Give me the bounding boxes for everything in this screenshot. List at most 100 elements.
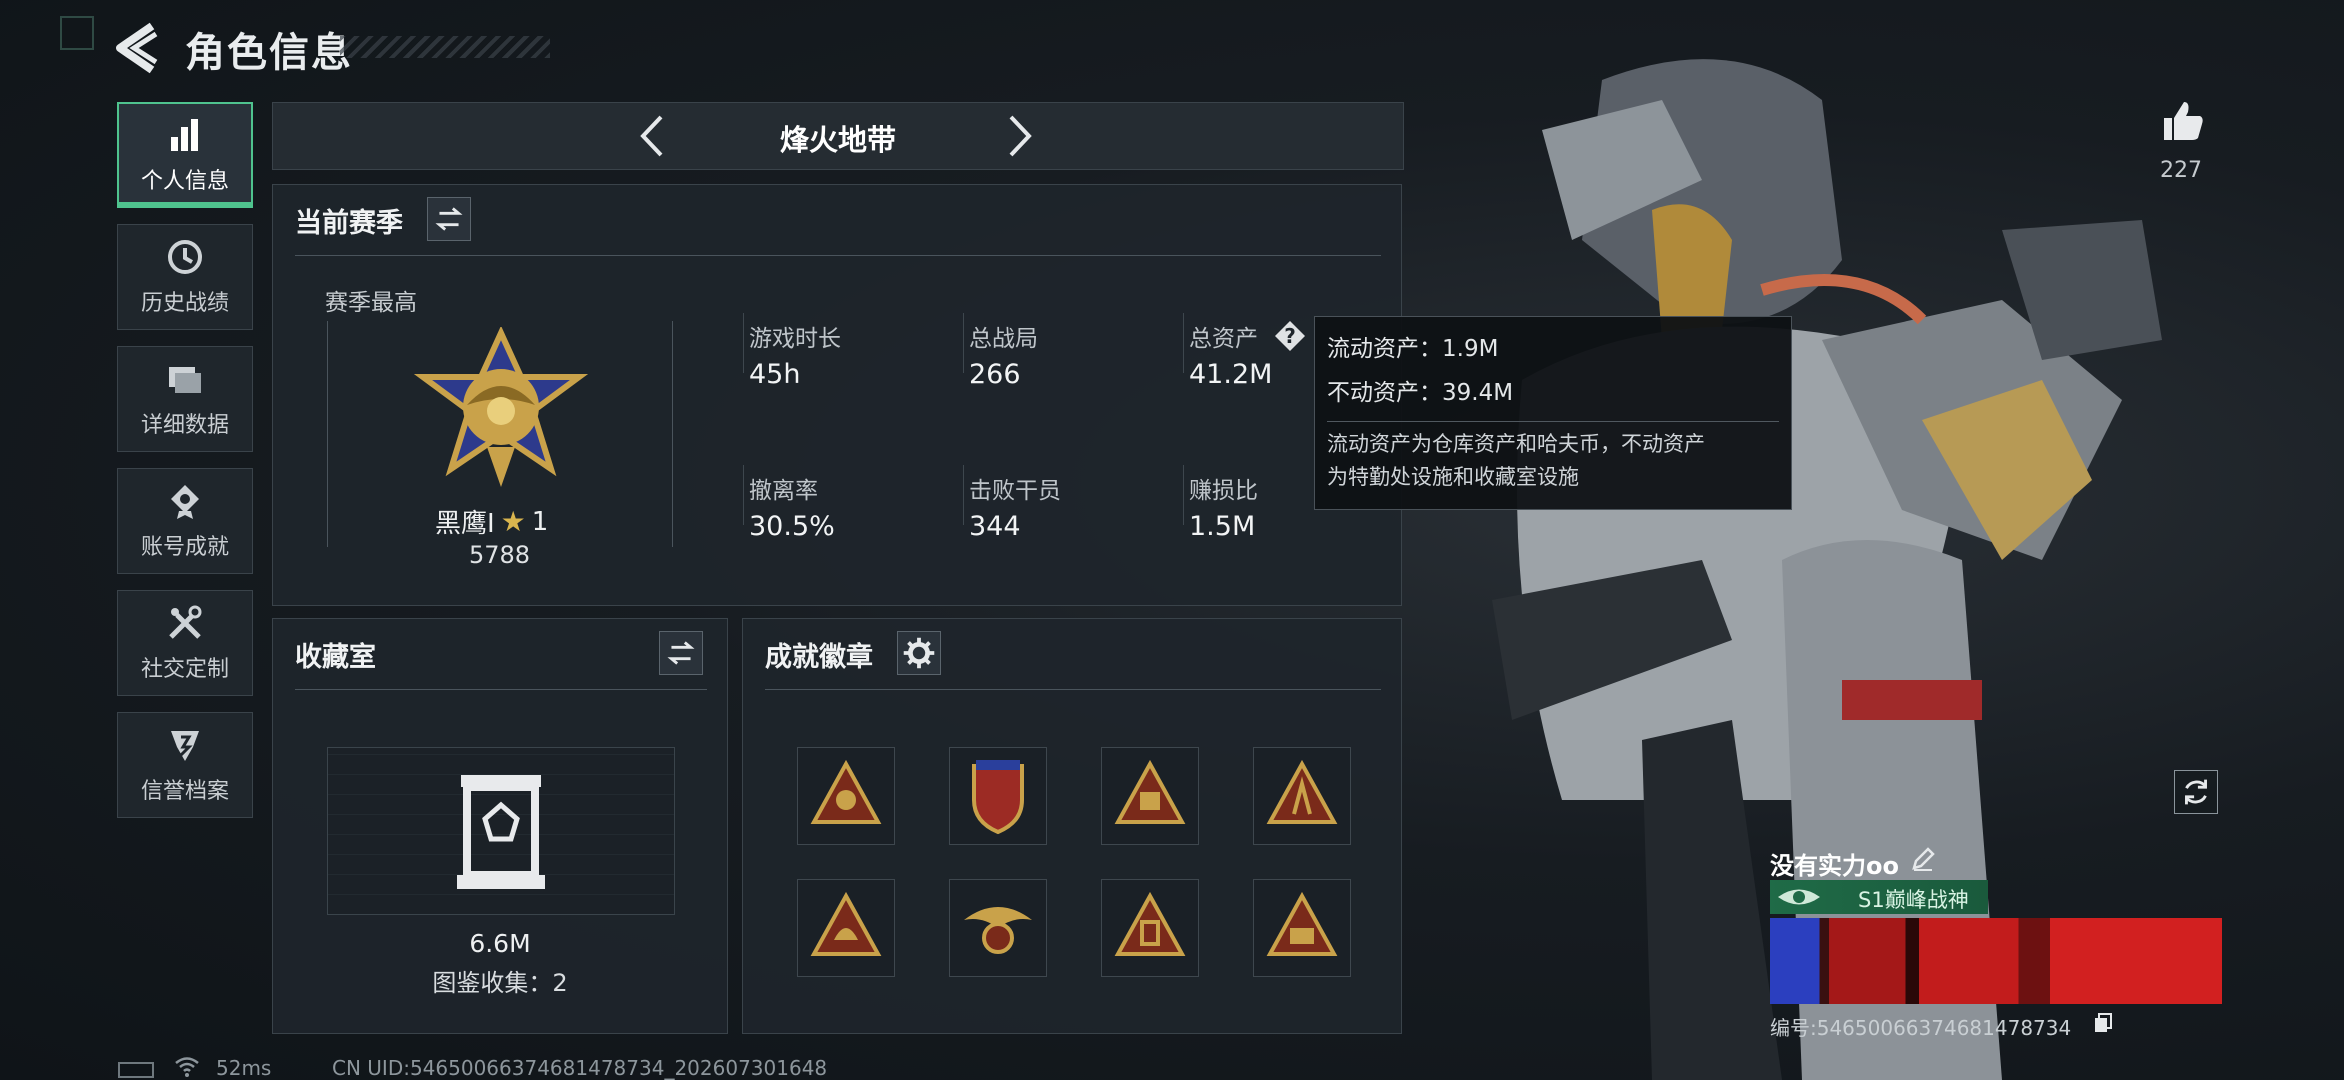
corner-decoration [60, 16, 94, 50]
achievement-panel: 成就徽章 [742, 618, 1402, 1034]
wifi-icon [175, 1057, 199, 1077]
divider [743, 465, 744, 525]
battery-icon [118, 1062, 154, 1078]
sidebar-item-label: 个人信息 [140, 169, 229, 194]
star-icon: ★ [500, 505, 526, 538]
cn-uid: CN UID:5465006637468147873​4_20260730164… [332, 1056, 828, 1080]
stat-label: 总战局 [969, 326, 1038, 352]
season-title: 当前赛季 [295, 208, 403, 239]
triangle-badge-icon [1266, 759, 1338, 824]
stat-label: 击败干员 [969, 478, 1061, 504]
triangle-badge-icon [810, 759, 882, 824]
achievements-title: 成就徽章 [765, 642, 873, 673]
back-arrow-icon[interactable] [112, 20, 162, 76]
rank-name: 黑鹰I [435, 509, 495, 539]
achievement-badge[interactable] [797, 747, 895, 845]
rank-medal-icon [413, 327, 589, 487]
tooltip-desc: 为特勤处设施和收藏室设施 [1327, 465, 1579, 489]
ping-text: 52ms [216, 1056, 272, 1080]
sidebar-item-history[interactable]: 历史战绩 [117, 224, 253, 330]
display-case-icon [457, 775, 545, 889]
svg-text:?: ? [1284, 324, 1296, 348]
sidebar-item-label: 信誉档案 [140, 779, 229, 804]
player-banner[interactable] [1770, 918, 2222, 1004]
bar-chart-icon [171, 119, 198, 151]
achievement-badge[interactable] [1253, 747, 1351, 845]
shield-badge-icon [972, 760, 1024, 835]
sidebar-item-label: 社交定制 [140, 657, 229, 682]
title-stripe-decoration [340, 36, 550, 58]
season-panel: 当前赛季 赛季最高 黑鹰I ★ 1 5788 游戏时长 45h 总战局 266 … [272, 184, 1402, 606]
chevron-right-icon[interactable] [999, 111, 1039, 161]
divider [1327, 421, 1779, 422]
collection-panel: 收藏室 6.6M 图鉴收集：2 [272, 618, 728, 1034]
sidebar-item-label: 账号成就 [140, 535, 229, 560]
edit-icon[interactable] [1910, 846, 1936, 872]
stat-label: 赚损比 [1189, 478, 1258, 504]
player-title-badge: S1巅峰战神 [1770, 880, 1988, 914]
collection-title: 收藏室 [295, 642, 376, 673]
rank-stars: 1 [531, 506, 549, 537]
rank-score: 5788 [469, 541, 531, 569]
sidebar-item-detailed-data[interactable]: 详细数据 [117, 346, 253, 452]
divider [1183, 465, 1184, 525]
achievement-badge[interactable] [949, 747, 1047, 845]
mode-name: 烽火地带 [779, 123, 896, 157]
rotate-icon[interactable] [2174, 770, 2218, 814]
swap-icon[interactable] [427, 197, 471, 241]
triangle-badge-icon [1114, 759, 1186, 824]
divider [1183, 313, 1184, 373]
player-title: S1巅峰战神 [1858, 888, 1969, 912]
eagle-badge-icon [964, 907, 1032, 954]
divider [295, 255, 1381, 256]
title-emblem-icon [1778, 889, 1820, 905]
badge-shield-icon [171, 731, 199, 761]
sidebar-item-social-custom[interactable]: 社交定制 [117, 590, 253, 696]
triangle-badge-icon [810, 891, 882, 956]
sidebar-item-label: 详细数据 [140, 413, 229, 438]
stat-value: 45h [749, 359, 801, 390]
sidebar-item-credit-record[interactable]: 信誉档案 [117, 712, 253, 818]
tooltip-fixed: 不动资产：39.4M [1327, 380, 1514, 406]
stat-label: 游戏时长 [749, 326, 841, 352]
stat-value: 344 [969, 511, 1021, 542]
tooltip-liquid: 流动资产：1.9M [1327, 336, 1499, 362]
divider [743, 313, 744, 373]
folder-icon [169, 367, 201, 393]
stat-value: 41.2M [1189, 359, 1273, 390]
achievement-badge[interactable] [949, 879, 1047, 977]
mode-selector: 烽火地带 [272, 102, 1404, 170]
page-title: 角色信息 [185, 30, 353, 76]
stat-value: 30.5% [749, 511, 835, 542]
rank-name-row: 黑鹰I ★ 1 [435, 503, 548, 540]
tools-icon [169, 605, 202, 639]
collection-count: 图鉴收集：2 [432, 969, 568, 997]
medal-icon [171, 485, 199, 519]
copy-icon[interactable] [2092, 1012, 2114, 1034]
divider [963, 313, 964, 373]
player-id: 编号:5465006637468147873​4 [1770, 1016, 2072, 1040]
achievement-badge[interactable] [1253, 879, 1351, 977]
season-best-label: 赛季最高 [325, 290, 417, 316]
divider [765, 689, 1381, 690]
achievement-badge[interactable] [1101, 879, 1199, 977]
stat-value: 266 [969, 359, 1021, 390]
triangle-badge-icon [1114, 891, 1186, 956]
sidebar-item-label: 历史战绩 [140, 291, 229, 316]
sidebar-item-personal-info[interactable]: 个人信息 [117, 102, 253, 208]
triangle-badge-icon [1266, 891, 1338, 956]
player-name: 没有实力oo [1770, 852, 1899, 880]
stat-value: 1.5M [1189, 511, 1256, 542]
sidebar-item-achievements[interactable]: 账号成就 [117, 468, 253, 574]
tooltip-desc: 流动资产为仓库资产和哈夫币，不动资产 [1327, 432, 1705, 456]
swap-icon[interactable] [659, 631, 703, 675]
help-icon[interactable]: ? [1273, 319, 1307, 353]
thumbs-up-icon[interactable] [2158, 96, 2206, 144]
asset-tooltip: 流动资产：1.9M 不动资产：39.4M 流动资产为仓库资产和哈夫币，不动资产 … [1314, 316, 1792, 510]
clock-history-icon [168, 240, 202, 274]
achievement-badge[interactable] [1101, 747, 1199, 845]
gear-icon[interactable] [897, 631, 941, 675]
stat-label: 撤离率 [749, 478, 818, 504]
stat-label: 总资产 [1189, 326, 1258, 352]
achievement-badge[interactable] [797, 879, 895, 977]
